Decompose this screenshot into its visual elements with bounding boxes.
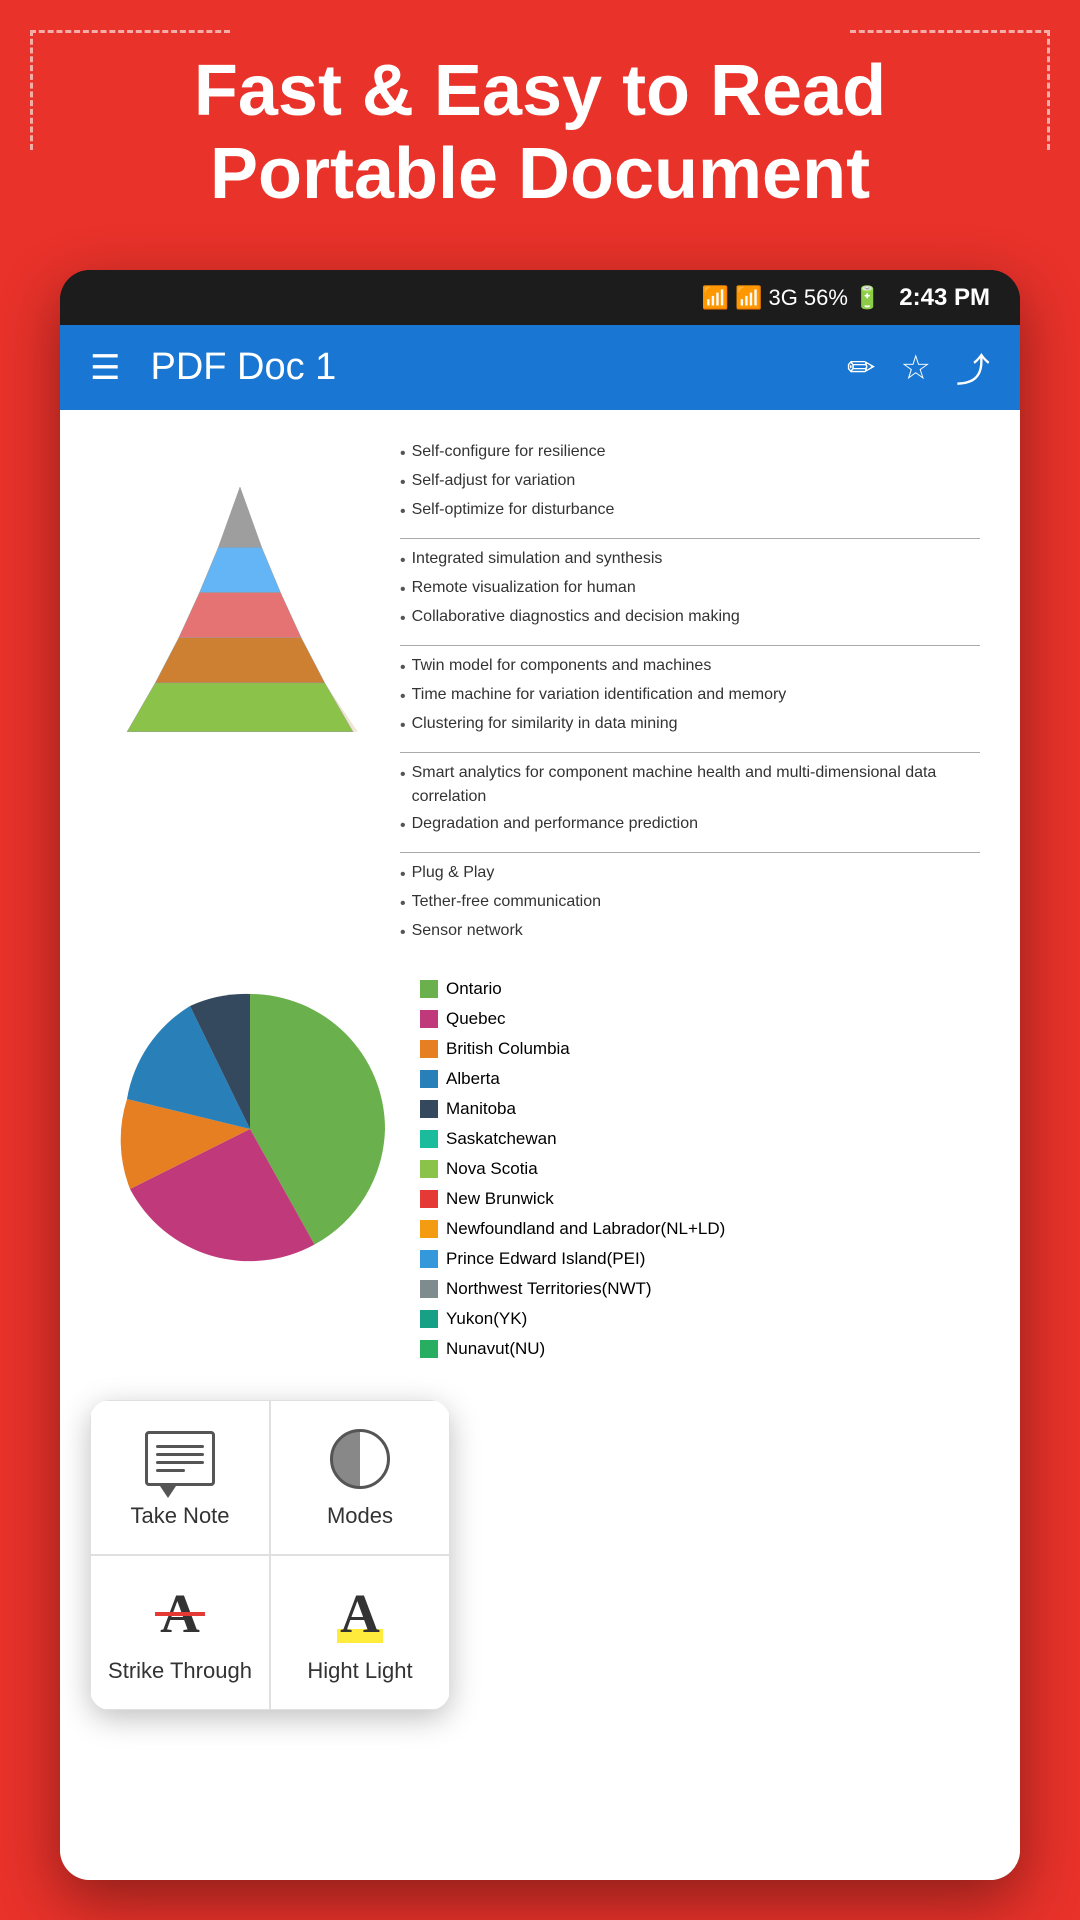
legend-item-pei: Prince Edward Island(PEI) xyxy=(420,1249,980,1269)
pyramid-level-1: •Self-configure for resilience •Self-adj… xyxy=(400,440,980,524)
popup-menu: Take Note Modes A xyxy=(90,1400,450,1710)
legend-label: Nova Scotia xyxy=(446,1159,538,1179)
signal-label: 3G xyxy=(768,285,797,311)
legend-item-yukon: Yukon(YK) xyxy=(420,1309,980,1329)
legend-label: Northwest Territories(NWT) xyxy=(446,1279,652,1299)
battery-label: 56% xyxy=(804,285,848,311)
wifi-icon: 📶 xyxy=(735,285,762,311)
legend-label: Nunavut(NU) xyxy=(446,1339,545,1359)
pyramid-level-5: •Plug & Play •Tether-free communication … xyxy=(400,861,980,945)
legend-item-sask: Saskatchewan xyxy=(420,1129,980,1149)
hamburger-menu[interactable]: ☰ xyxy=(90,348,120,388)
legend-item-ontario: Ontario xyxy=(420,979,980,999)
time-display: 2:43 PM xyxy=(899,284,990,312)
legend-item-bc: British Columbia xyxy=(420,1039,980,1059)
legend-item-manitoba: Manitoba xyxy=(420,1099,980,1119)
pyramid-section: •Self-configure for resilience •Self-adj… xyxy=(100,440,980,959)
chart-section: Ontario Quebec British Columbia Alberta xyxy=(100,979,980,1369)
phone-frame: 📶 📶 3G 56% 🔋 2:43 PM ☰ PDF Doc 1 ✏ ☆ ⤴ xyxy=(60,270,1020,1880)
edit-icon[interactable]: ✏ xyxy=(847,348,876,388)
legend-item-nova: Nova Scotia xyxy=(420,1159,980,1179)
legend-item-nf: Newfoundland and Labrador(NL+LD) xyxy=(420,1219,980,1239)
pie-chart xyxy=(100,979,400,1369)
strikethrough-icon: A xyxy=(140,1581,220,1646)
legend-label: Ontario xyxy=(446,979,502,999)
page-title: Fast & Easy to Read Portable Document xyxy=(0,50,1080,216)
modes-label: Modes xyxy=(327,1503,393,1529)
legend-label: Saskatchewan xyxy=(446,1129,557,1149)
modes-icon xyxy=(320,1426,400,1491)
highlight-label: Hight Light xyxy=(307,1658,412,1684)
app-bar: ☰ PDF Doc 1 ✏ ☆ ⤴ xyxy=(60,325,1020,410)
highlight-button[interactable]: A Hight Light xyxy=(270,1555,450,1710)
take-note-button[interactable]: Take Note xyxy=(90,1400,270,1555)
take-note-icon xyxy=(140,1426,220,1491)
strike-through-label: Strike Through xyxy=(108,1658,252,1684)
legend-label: Quebec xyxy=(446,1009,506,1029)
pdf-content-area: •Self-configure for resilience •Self-adj… xyxy=(60,410,1020,1880)
take-note-label: Take Note xyxy=(130,1503,229,1529)
popup-row-bottom: A Strike Through A Hight Light xyxy=(90,1555,450,1710)
status-icons: 📶 📶 3G 56% 🔋 xyxy=(702,285,882,311)
legend-label: New Brunwick xyxy=(446,1189,554,1209)
pyramid-level-4: •Smart analytics for component machine h… xyxy=(400,761,980,838)
app-bar-title: PDF Doc 1 xyxy=(150,346,817,389)
pyramid-level-2: •Integrated simulation and synthesis •Re… xyxy=(400,547,980,631)
share-icon[interactable]: ⤴ xyxy=(956,343,990,392)
sim-icon: 📶 xyxy=(702,285,729,311)
app-bar-actions: ✏ ☆ ⤴ xyxy=(847,343,990,392)
pyramid-labels: •Self-configure for resilience •Self-adj… xyxy=(400,440,980,959)
legend-label: Newfoundland and Labrador(NL+LD) xyxy=(446,1219,725,1239)
legend-label: British Columbia xyxy=(446,1039,570,1059)
legend-item-quebec: Quebec xyxy=(420,1009,980,1029)
star-icon[interactable]: ☆ xyxy=(901,348,931,388)
strike-through-button[interactable]: A Strike Through xyxy=(90,1555,270,1710)
pyramid-level-3: •Twin model for components and machines … xyxy=(400,654,980,738)
legend-label: Alberta xyxy=(446,1069,500,1089)
legend-item-nunavut: Nunavut(NU) xyxy=(420,1339,980,1359)
popup-row-top: Take Note Modes xyxy=(90,1400,450,1555)
legend-item-nwt: Northwest Territories(NWT) xyxy=(420,1279,980,1299)
legend-item-alberta: Alberta xyxy=(420,1069,980,1089)
highlight-icon: A xyxy=(320,1581,400,1646)
status-bar: 📶 📶 3G 56% 🔋 2:43 PM xyxy=(60,270,1020,325)
legend-item-nb: New Brunwick xyxy=(420,1189,980,1209)
legend-label: Manitoba xyxy=(446,1099,516,1119)
legend-label: Yukon(YK) xyxy=(446,1309,527,1329)
chart-legend: Ontario Quebec British Columbia Alberta xyxy=(420,979,980,1369)
battery-icon: 🔋 xyxy=(854,285,881,311)
pyramid-diagram xyxy=(100,440,380,765)
modes-button[interactable]: Modes xyxy=(270,1400,450,1555)
legend-label: Prince Edward Island(PEI) xyxy=(446,1249,645,1269)
